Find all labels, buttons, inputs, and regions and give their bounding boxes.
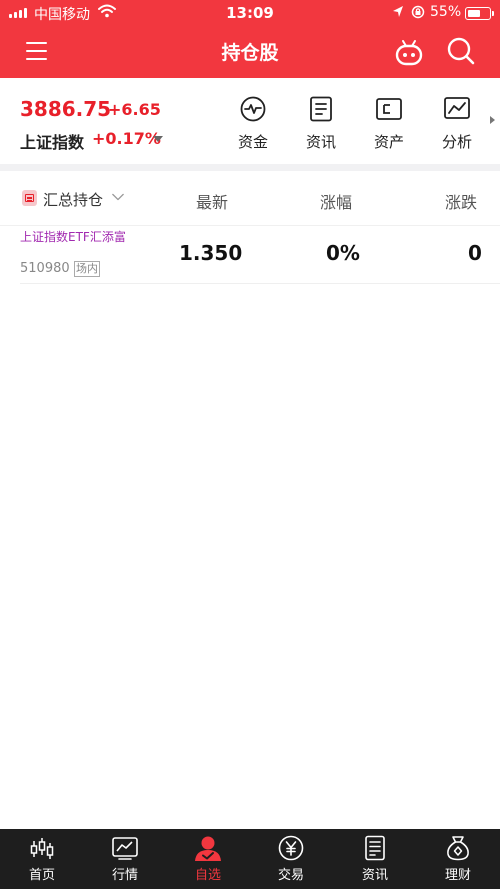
quick-link-label: 分析 [441, 133, 472, 151]
tab-trade[interactable]: 交易 [261, 835, 321, 883]
yen-coin-icon [278, 835, 304, 861]
change-pct: 0% [326, 241, 360, 265]
row-divider [20, 283, 500, 284]
quick-link-assets[interactable]: 资产 [364, 96, 414, 152]
battery-percent: 55% [430, 4, 462, 20]
tab-label: 自选 [194, 868, 221, 883]
table-row[interactable]: 上证指数ETF汇添富 510980 场内 1.350 0% 0 [0, 226, 500, 284]
quick-link-label: 资讯 [305, 133, 336, 151]
index-dropdown-icon[interactable] [153, 136, 163, 142]
rotation-lock-icon [411, 5, 425, 19]
quick-link-analysis[interactable]: 分析 [432, 96, 482, 152]
bottom-tab-bar: 首页 行情 自选 交易 资讯 理财 [0, 829, 500, 889]
nav-bar: 持仓股 [0, 26, 500, 78]
tab-label: 行情 [111, 868, 138, 883]
chart-icon [444, 97, 470, 119]
chevron-down-icon[interactable] [112, 191, 124, 203]
latest-price: 1.350 [179, 241, 243, 265]
quick-link-label: 资金 [237, 133, 268, 151]
robot-icon[interactable] [393, 36, 425, 68]
document-icon [310, 96, 332, 122]
index-value: 3886.75 [20, 97, 112, 121]
market-tag: 场内 [74, 261, 100, 277]
news-icon [365, 835, 385, 861]
tab-watchlist[interactable]: 自选 [178, 835, 238, 883]
index-change-pct: +0.17% [92, 129, 161, 148]
index-name: 上证指数 [20, 133, 85, 152]
money-bag-icon [447, 836, 469, 861]
column-header-change-pct[interactable]: 涨幅 [320, 189, 352, 213]
battery-icon [465, 7, 491, 20]
column-header-change[interactable]: 涨跌 [445, 189, 477, 213]
tab-market[interactable]: 行情 [95, 835, 155, 883]
tab-home[interactable]: 首页 [12, 835, 72, 883]
pulse-icon [240, 96, 266, 122]
status-bar: 中国移动 13:09 55% [0, 0, 500, 26]
page-title: 持仓股 [221, 42, 279, 64]
location-arrow-icon [393, 6, 403, 17]
index-change: +6.65 [108, 100, 161, 119]
battery-tip [492, 11, 494, 16]
candlestick-icon [30, 838, 54, 859]
section-divider [0, 164, 500, 171]
holdings-group-icon [22, 190, 37, 206]
quick-link-funds[interactable]: 资金 [228, 96, 278, 152]
clock: 13:09 [226, 4, 274, 22]
tab-label: 理财 [444, 868, 471, 883]
search-icon[interactable] [446, 36, 476, 66]
tab-news[interactable]: 资讯 [345, 835, 405, 883]
tab-label: 首页 [28, 868, 55, 883]
tab-wealth[interactable]: 理财 [428, 835, 488, 883]
quick-link-label: 资产 [373, 133, 404, 151]
fund-code: 510980 [20, 261, 70, 276]
market-chart-icon [112, 837, 138, 860]
group-selector[interactable]: 汇总持仓 [43, 189, 103, 210]
wallet-icon [376, 98, 402, 120]
index-summary[interactable]: 3886.75 +6.65 上证指数 +0.17% 资金 资讯 资产 分析 [0, 78, 500, 164]
more-arrow-icon[interactable] [490, 116, 495, 124]
column-header-latest[interactable]: 最新 [196, 189, 228, 213]
user-check-icon [195, 836, 221, 861]
change-value: 0 [468, 241, 482, 265]
quick-link-news[interactable]: 资讯 [296, 96, 346, 152]
holdings-table-header: 汇总持仓 最新 涨幅 涨跌 [0, 171, 500, 226]
tab-label: 资讯 [361, 868, 388, 883]
tab-label: 交易 [277, 868, 304, 883]
fund-name: 上证指数ETF汇添富 [20, 230, 126, 244]
top-header: 中国移动 13:09 55% 持仓股 [0, 0, 500, 78]
